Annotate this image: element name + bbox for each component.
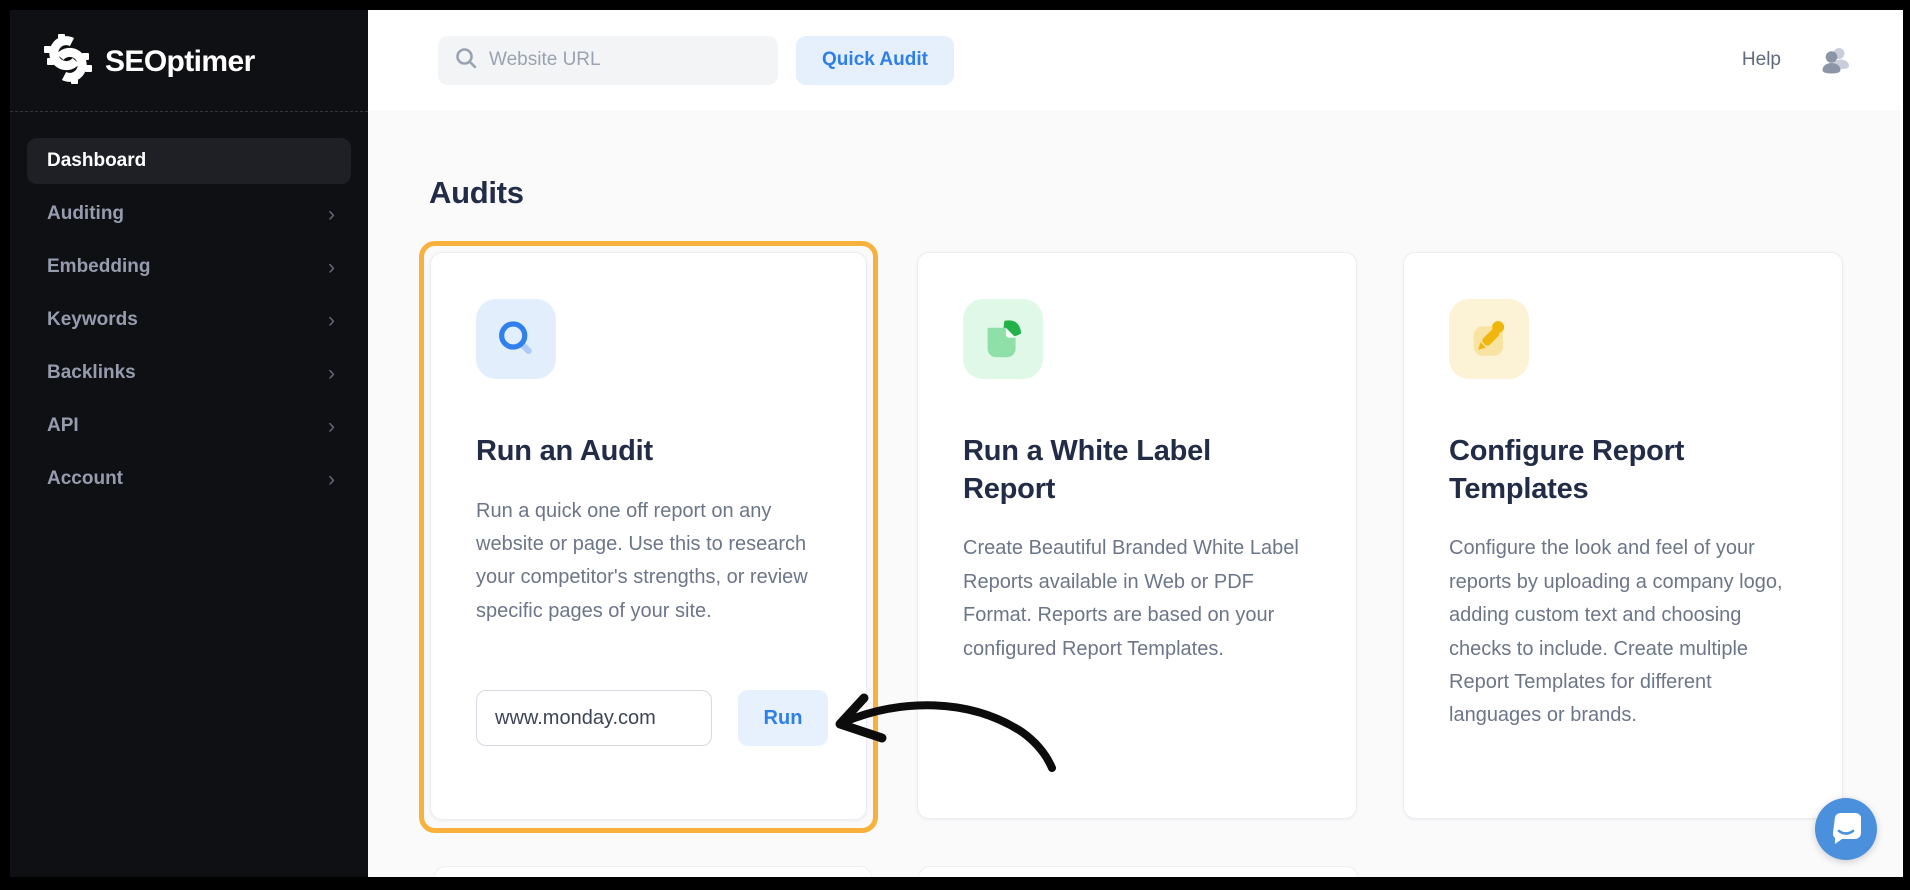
help-link[interactable]: Help xyxy=(1742,49,1781,71)
run-button[interactable]: Run xyxy=(738,690,828,746)
logo[interactable]: SEOptimer xyxy=(10,10,368,111)
pencil-icon xyxy=(1449,299,1529,379)
users-account-icon[interactable] xyxy=(1821,47,1851,74)
search-icon xyxy=(476,299,556,379)
sidebar-item-embedding[interactable]: Embedding › xyxy=(27,244,351,290)
card-title: Configure Report Templates xyxy=(1449,435,1685,505)
sidebar-item-account[interactable]: Account › xyxy=(27,456,351,502)
card-partial[interactable] xyxy=(918,866,1358,877)
chevron-right-icon: › xyxy=(328,361,335,385)
chevron-right-icon: › xyxy=(328,308,335,332)
sidebar-item-auditing[interactable]: Auditing › xyxy=(27,191,351,237)
sidebar-item-dashboard[interactable]: Dashboard xyxy=(27,138,351,184)
search-icon xyxy=(454,46,478,75)
document-icon xyxy=(963,299,1043,379)
card-description: Run a quick one off report on any websit… xyxy=(476,499,808,622)
quick-audit-button[interactable]: Quick Audit xyxy=(796,35,954,85)
chevron-right-icon: › xyxy=(328,255,335,279)
website-url-searchbox[interactable] xyxy=(438,35,778,85)
sidebar-item-api[interactable]: API › xyxy=(27,403,351,449)
seoptimer-gears-icon xyxy=(44,34,92,89)
chat-bubble-icon xyxy=(1829,812,1863,847)
card-description: Configure the look and feel of your repo… xyxy=(1449,537,1783,727)
card-configure-report-templates[interactable]: Configure Report Templates Configure the… xyxy=(1403,252,1843,819)
card-title: Run a White Label Report xyxy=(963,435,1211,505)
chevron-right-icon: › xyxy=(328,414,335,438)
chevron-right-icon: › xyxy=(328,467,335,491)
page-title: Audits xyxy=(429,175,524,210)
topbar: Quick Audit Help xyxy=(368,10,1903,110)
chat-launcher-button[interactable] xyxy=(1815,798,1877,860)
card-white-label-report[interactable]: Run a White Label Report Create Beautifu… xyxy=(917,252,1357,819)
sidebar-item-backlinks[interactable]: Backlinks › xyxy=(27,350,351,396)
highlight-annotation-frame: Run an Audit Run a quick one off report … xyxy=(419,241,878,833)
app-window: SEOptimer Dashboard Auditing › Embedding… xyxy=(10,10,1903,877)
card-description: Create Beautiful Branded White Label Rep… xyxy=(963,537,1299,660)
card-title: Run an Audit xyxy=(476,435,653,467)
sidebar: SEOptimer Dashboard Auditing › Embedding… xyxy=(10,10,368,877)
card-partial[interactable] xyxy=(434,866,872,877)
logo-text: SEOptimer xyxy=(105,44,255,78)
chevron-right-icon: › xyxy=(328,202,335,226)
card-run-an-audit[interactable]: Run an Audit Run a quick one off report … xyxy=(430,252,867,820)
search-input[interactable] xyxy=(489,49,762,71)
sidebar-item-keywords[interactable]: Keywords › xyxy=(27,297,351,343)
audit-url-input[interactable] xyxy=(476,690,712,746)
